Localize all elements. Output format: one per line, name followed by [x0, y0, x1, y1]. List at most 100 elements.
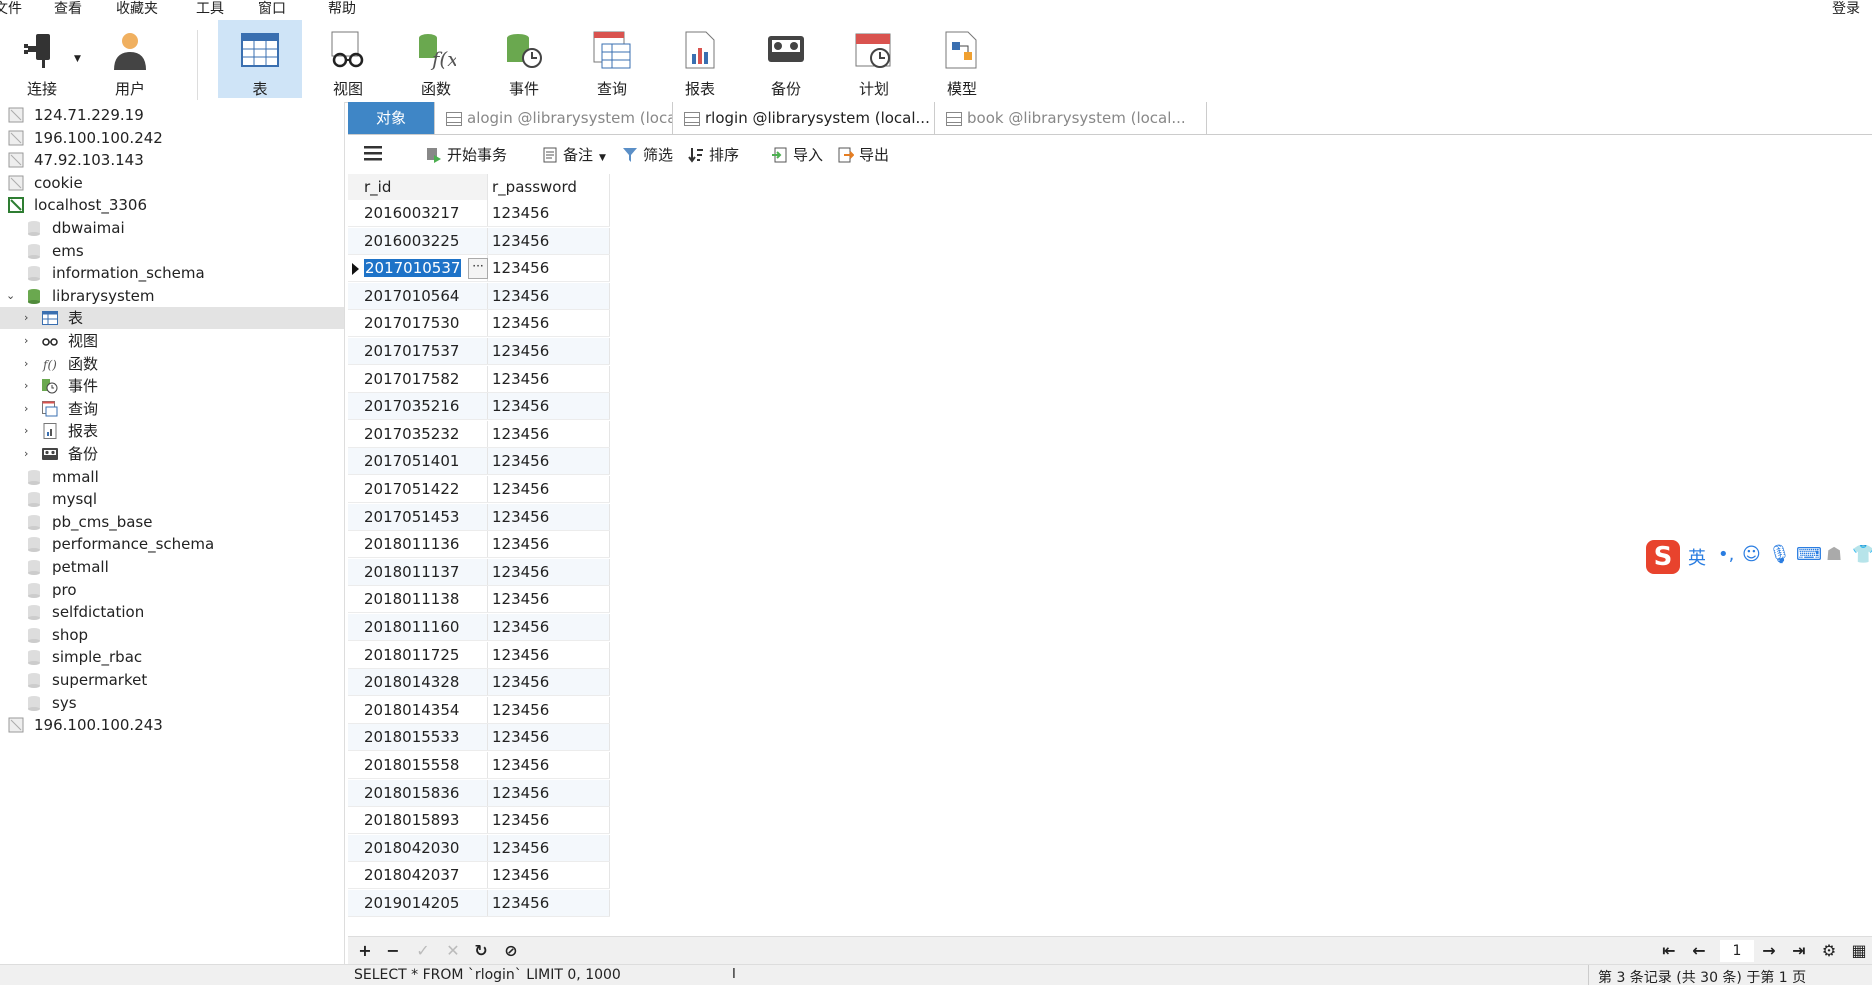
first-page-button[interactable]: ⇤	[1658, 940, 1680, 962]
table-row[interactable]: 2017017530 123456	[348, 310, 610, 338]
emoji-icon[interactable]: ☺	[1742, 544, 1761, 565]
chevron-right-icon[interactable]: ›	[24, 335, 34, 346]
cell-r-password[interactable]: 123456	[488, 724, 610, 751]
begin-transaction-button[interactable]: 开始事务	[426, 145, 507, 165]
table-row[interactable]: 2016003217 123456	[348, 200, 610, 227]
microphone-icon[interactable]: 🎙	[1768, 544, 1791, 565]
tree-node[interactable]: mysql	[0, 488, 344, 510]
table-row[interactable]: 2017051401 123456	[348, 448, 610, 476]
cell-r-id[interactable]: 2017051453	[348, 503, 488, 530]
chevron-right-icon[interactable]: ›	[24, 312, 34, 323]
tree-node[interactable]: 196.100.100.242	[0, 127, 344, 149]
column-header-r-password[interactable]: r_password	[488, 174, 610, 200]
tab-rlogin[interactable]: rlogin @librarysystem (local...	[674, 102, 935, 134]
cell-r-id[interactable]: 2017051401	[348, 448, 488, 475]
apply-changes-button[interactable]: ✓	[412, 940, 434, 962]
connect-button[interactable]: ▼ 连接	[0, 20, 84, 98]
cell-r-id[interactable]: 2017010564	[348, 282, 488, 309]
stop-button[interactable]: ⊘	[500, 940, 522, 962]
table-row[interactable]: 2017051422 123456	[348, 476, 610, 503]
table-row[interactable]: 2019014205 123456	[348, 890, 610, 917]
chevron-right-icon[interactable]: ›	[24, 403, 34, 414]
cell-r-password[interactable]: 123456	[488, 393, 610, 420]
chevron-down-icon[interactable]: ▼	[599, 153, 606, 163]
cell-r-password[interactable]: 123456	[488, 558, 610, 585]
table-row[interactable]: 2016003225 123456	[348, 227, 610, 255]
cell-r-password[interactable]: 123456	[488, 779, 610, 806]
table-row[interactable]: 2018014354 123456	[348, 696, 610, 724]
cell-r-password[interactable]: 123456	[488, 338, 610, 364]
tree-node[interactable]: simple_rbac	[0, 646, 344, 668]
ime-toolbar[interactable]: S 英 •, ☺ 🎙 ⌨ ☗ 👕	[1646, 538, 1872, 574]
tab-alogin[interactable]: alogin @librarysystem (loca...	[436, 102, 673, 134]
add-record-button[interactable]: +	[354, 940, 376, 962]
tree-node[interactable]: ⌄ librarysystem	[0, 285, 344, 307]
cell-r-id[interactable]: 2017051422	[348, 476, 488, 502]
cell-r-password[interactable]: 123456	[488, 641, 610, 668]
previous-page-button[interactable]: ←	[1688, 940, 1710, 962]
next-page-button[interactable]: →	[1758, 940, 1780, 962]
tree-node[interactable]: ems	[0, 240, 344, 262]
filter-button[interactable]: 筛选	[622, 145, 673, 165]
import-button[interactable]: 导入	[772, 145, 823, 165]
chevron-right-icon[interactable]: ›	[24, 425, 34, 436]
chevron-down-icon[interactable]: ▼	[74, 54, 81, 64]
cell-r-id[interactable]: 2016003225	[348, 227, 488, 254]
tree-node[interactable]: pb_cms_base	[0, 511, 344, 533]
view-button[interactable]: 视图	[306, 20, 390, 98]
skin-icon[interactable]: 👕	[1852, 544, 1872, 565]
cell-r-id[interactable]: 2018014328	[348, 669, 488, 696]
cell-r-id[interactable]: 2017035216	[348, 393, 488, 420]
report-button[interactable]: 报表	[658, 20, 742, 98]
cell-r-id[interactable]: 2018015558	[348, 752, 488, 778]
cell-r-password[interactable]: 123456	[488, 476, 610, 502]
tree-node[interactable]: › 表	[0, 307, 344, 330]
connection-tree[interactable]: 124.71.229.19 196.100.100.242 47.92.103.14…	[0, 102, 345, 964]
ime-mode-toggle[interactable]: 英	[1688, 544, 1706, 570]
event-button[interactable]: 事件	[482, 20, 566, 98]
tree-node[interactable]: › 备份	[0, 443, 344, 465]
cell-r-id[interactable]: 2018042030	[348, 834, 488, 861]
cell-r-password[interactable]: 123456	[488, 614, 610, 640]
sogou-logo-icon[interactable]: S	[1646, 540, 1680, 574]
tree-node[interactable]: › 视图	[0, 330, 344, 352]
table-button[interactable]: 表	[218, 20, 302, 98]
table-row[interactable]: 2017035232 123456	[348, 420, 610, 448]
table-row[interactable]: 2018015893 123456	[348, 807, 610, 835]
last-page-button[interactable]: ⇥	[1788, 940, 1810, 962]
punctuation-icon[interactable]: •,	[1718, 544, 1734, 565]
table-row[interactable]: 2018015836 123456	[348, 779, 610, 807]
tree-node[interactable]: dbwaimai	[0, 217, 344, 239]
table-row[interactable]: 2018011137 123456	[348, 558, 610, 586]
query-button[interactable]: 查询	[570, 20, 654, 98]
cell-r-password[interactable]: 123456	[488, 365, 610, 392]
cell-r-id[interactable]: 2018042037	[348, 862, 488, 889]
cell-r-password[interactable]: 123456	[488, 807, 610, 834]
cell-r-id[interactable]: 2018015533	[348, 724, 488, 751]
cell-editor-ellipsis-button[interactable]: ···	[468, 258, 488, 280]
cell-r-password[interactable]: 123456	[488, 834, 610, 861]
cell-r-password[interactable]: 123456	[488, 669, 610, 696]
table-row[interactable]: 2018042030 123456	[348, 834, 610, 862]
cell-r-password[interactable]: 123456	[488, 227, 610, 254]
cell-r-id[interactable]: 2018011137	[348, 558, 488, 585]
cell-r-password[interactable]: 123456	[488, 890, 610, 916]
table-row[interactable]: 2018042037 123456	[348, 862, 610, 890]
sort-button[interactable]: 排序	[688, 145, 739, 165]
page-number-field[interactable]: 1	[1720, 940, 1754, 962]
table-row[interactable]: 2017035216 123456	[348, 393, 610, 421]
user-button[interactable]: 用户	[88, 20, 172, 98]
cell-r-id[interactable]: 2017035232	[348, 420, 488, 447]
tree-node[interactable]: petmall	[0, 556, 344, 578]
tree-node[interactable]: › 查询	[0, 398, 344, 420]
chevron-right-icon[interactable]: ›	[24, 380, 34, 391]
tree-node[interactable]: 196.100.100.243	[0, 714, 344, 736]
chevron-right-icon[interactable]: ›	[24, 358, 34, 369]
cell-r-password[interactable]: 123456	[488, 255, 610, 282]
cell-r-id[interactable]: 2018011725	[348, 641, 488, 668]
tree-node[interactable]: performance_schema	[0, 533, 344, 555]
keyboard-icon[interactable]: ⌨	[1796, 544, 1822, 565]
chevron-down-icon[interactable]: ⌄	[6, 290, 16, 301]
cell-r-password[interactable]: 123456	[488, 862, 610, 889]
tree-node[interactable]: › 报表	[0, 420, 344, 442]
